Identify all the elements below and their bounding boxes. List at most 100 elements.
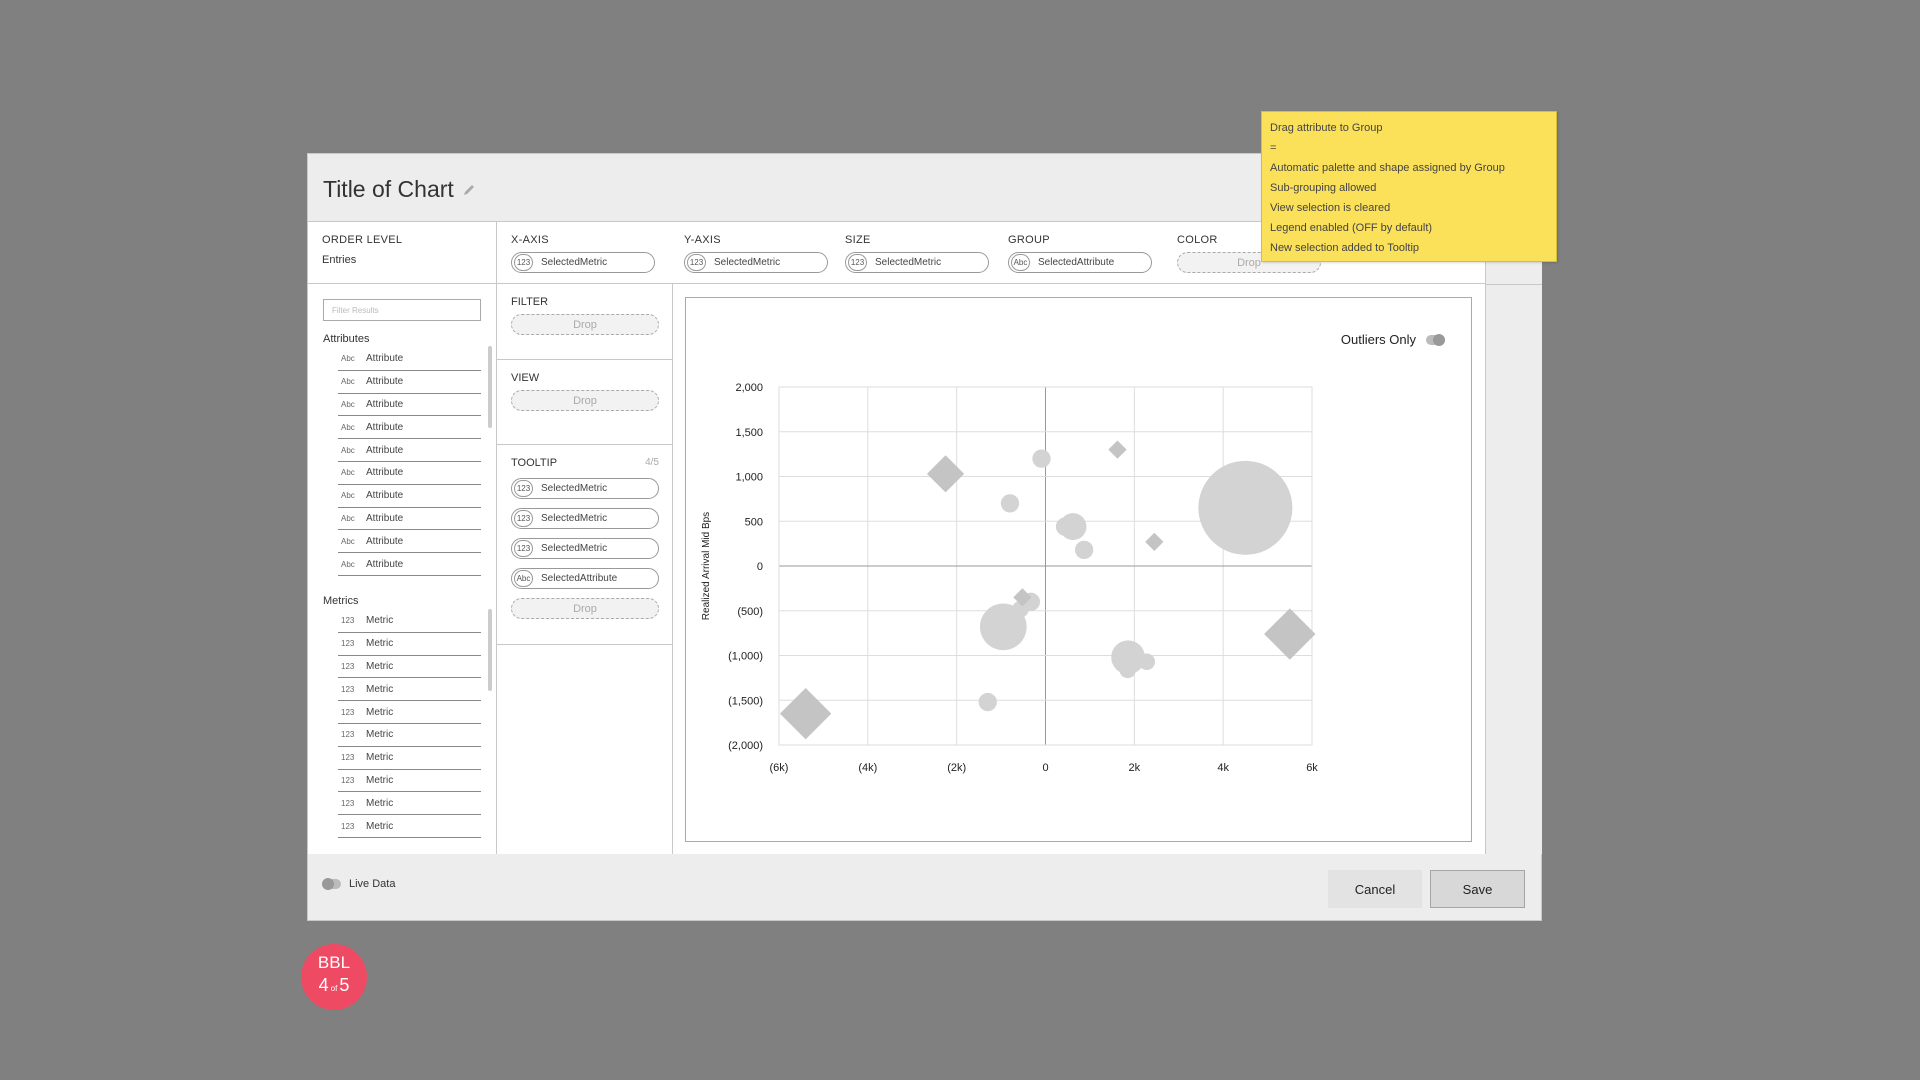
metric-item-label: Metric (366, 683, 394, 695)
tooltip-drop-zone[interactable]: Drop (511, 598, 659, 619)
attribute-item-label: Attribute (366, 398, 404, 410)
metric-item[interactable]: 123 Metric (338, 678, 481, 702)
metric-item[interactable]: 123 Metric (338, 701, 481, 724)
metric-item[interactable]: 123 Metric (338, 747, 481, 770)
y-axis-pill[interactable]: 123 SelectedMetric (684, 252, 828, 273)
metric-item[interactable]: 123 Metric (338, 610, 481, 633)
metric-item-type-icon: 123 (341, 798, 355, 808)
metric-item-label: Metric (366, 729, 394, 741)
chart-title-text[interactable]: Title of Chart (323, 176, 454, 203)
view-drop-zone[interactable]: Drop (511, 390, 659, 411)
filter-drop-zone[interactable]: Drop (511, 314, 659, 335)
scatter-point-circle (1059, 513, 1087, 541)
order-level[interactable]: ORDER LEVEL Entries (308, 222, 497, 284)
size-pill[interactable]: 123 SelectedMetric (845, 252, 989, 273)
field-panel: Filter Results Attributes Abc Attribute Ab… (308, 284, 497, 854)
toggle-switch-icon[interactable] (322, 878, 341, 890)
save-button[interactable]: Save (1430, 870, 1525, 908)
metric-item-label: Metric (366, 615, 394, 627)
metrics-scrollbar[interactable] (488, 609, 492, 691)
scatter-point-circle (1138, 653, 1156, 671)
y-axis-title: Realized Arrival Mid Bps (701, 512, 712, 620)
scatter-point-diamond (779, 687, 832, 740)
live-data-label: Live Data (349, 878, 396, 890)
size-value: SelectedMetric (875, 257, 942, 268)
bbl-step-badge: BBL 4 of 5 (301, 944, 367, 1010)
x-tick-label: 2k (1129, 762, 1141, 774)
tooltip-pill[interactable]: 123 SelectedMetric (511, 478, 659, 499)
attribute-item[interactable]: Abc Attribute (338, 348, 481, 371)
metric-item-label: Metric (366, 752, 394, 764)
attribute-item[interactable]: Abc Attribute (338, 508, 481, 531)
scatter-point-diamond (926, 455, 965, 493)
metric-item-type-icon: 123 (341, 775, 355, 785)
metric-item-type-icon: 123 (341, 616, 355, 626)
field-type-icon: 123 (514, 540, 533, 557)
y-axis-shelf: Y-AXIS 123 SelectedMetric (684, 234, 828, 273)
tooltip-pill-label: SelectedMetric (541, 543, 608, 554)
metric-item-label: Metric (366, 820, 394, 832)
metric-item[interactable]: 123 Metric (338, 770, 481, 793)
attribute-item[interactable]: Abc Attribute (338, 530, 481, 554)
attribute-item[interactable]: Abc Attribute (338, 462, 481, 485)
tooltip-pill-label: SelectedMetric (541, 483, 608, 494)
metric-item-label: Metric (366, 706, 394, 718)
attribute-type-icon: Abc (1011, 254, 1030, 271)
attribute-item[interactable]: Abc Attribute (338, 485, 481, 508)
group-shelf: GROUP Abc SelectedAttribute (1008, 234, 1152, 273)
metrics-heading: Metrics (323, 595, 359, 607)
marks-panel: FILTER Drop VIEW Drop TOOLTIP 4/5 123 Sel… (497, 284, 673, 854)
size-shelf: SIZE 123 SelectedMetric (845, 234, 989, 273)
metric-item[interactable]: 123 Metric (338, 724, 481, 747)
metric-item[interactable]: 123 Metric (338, 815, 481, 838)
y-tick-label: 2,000 (735, 382, 763, 394)
metric-item-label: Metric (366, 638, 394, 650)
metric-item-type-icon: 123 (341, 684, 355, 694)
chart-title[interactable]: Title of Chart (323, 176, 476, 203)
cancel-button[interactable]: Cancel (1328, 870, 1422, 908)
metric-item[interactable]: 123 Metric (338, 792, 481, 816)
y-tick-label: (500) (737, 606, 763, 618)
attribute-item-label: Attribute (366, 353, 404, 365)
y-tick-label: (1,500) (728, 695, 763, 707)
field-type-icon: 123 (514, 480, 533, 497)
badge-title: BBL (317, 953, 351, 972)
y-axis-value: SelectedMetric (714, 257, 781, 268)
live-data-toggle[interactable]: Live Data (322, 878, 395, 890)
metric-item-type-icon: 123 (341, 707, 355, 717)
attribute-item[interactable]: Abc Attribute (338, 553, 481, 576)
attributes-heading: Attributes (323, 333, 370, 345)
order-level-value[interactable]: Entries (322, 254, 482, 266)
x-axis-pill[interactable]: 123 SelectedMetric (511, 252, 655, 273)
metric-item-type-icon: 123 (341, 730, 355, 740)
attribute-item-label: Attribute (366, 421, 404, 433)
tooltip-pill[interactable]: 123 SelectedMetric (511, 538, 659, 559)
scatter-point-circle (1074, 540, 1094, 560)
order-level-label: ORDER LEVEL (322, 234, 403, 246)
metric-type-icon: 123 (687, 254, 706, 271)
metric-item-label: Metric (366, 774, 394, 786)
attribute-item-type-icon: Abc (341, 377, 355, 387)
metric-item[interactable]: 123 Metric (338, 633, 481, 656)
attribute-item[interactable]: Abc Attribute (338, 416, 481, 440)
attribute-item[interactable]: Abc Attribute (338, 439, 481, 462)
sticky-note-line: Automatic palette and shape assigned by … (1270, 162, 1505, 174)
attribute-item[interactable]: Abc Attribute (338, 394, 481, 417)
attributes-scrollbar[interactable] (488, 346, 492, 428)
attribute-item-type-icon: Abc (341, 399, 355, 409)
filter-label: FILTER (511, 296, 549, 308)
attribute-item-type-icon: Abc (341, 354, 355, 364)
tooltip-pill[interactable]: 123 SelectedMetric (511, 508, 659, 529)
attribute-item[interactable]: Abc Attribute (338, 371, 481, 394)
pencil-icon[interactable] (462, 183, 476, 197)
chart-canvas: Outliers Only (6k) (4k) (2k) 0 2k 4k 6k 2,000 1,… (685, 297, 1472, 842)
right-gutter (1486, 222, 1542, 854)
attribute-item-label: Attribute (366, 467, 404, 479)
tooltip-pill[interactable]: Abc SelectedAttribute (511, 568, 659, 589)
metric-item[interactable]: 123 Metric (338, 656, 481, 679)
filter-results-input[interactable]: Filter Results (323, 299, 481, 321)
sticky-note-line: View selection is cleared (1270, 202, 1391, 214)
y-tick-label: 1,500 (735, 427, 763, 439)
annotation-sticky-note: Drag attribute to Group = Automatic palett… (1261, 111, 1557, 262)
group-pill[interactable]: Abc SelectedAttribute (1008, 252, 1152, 273)
